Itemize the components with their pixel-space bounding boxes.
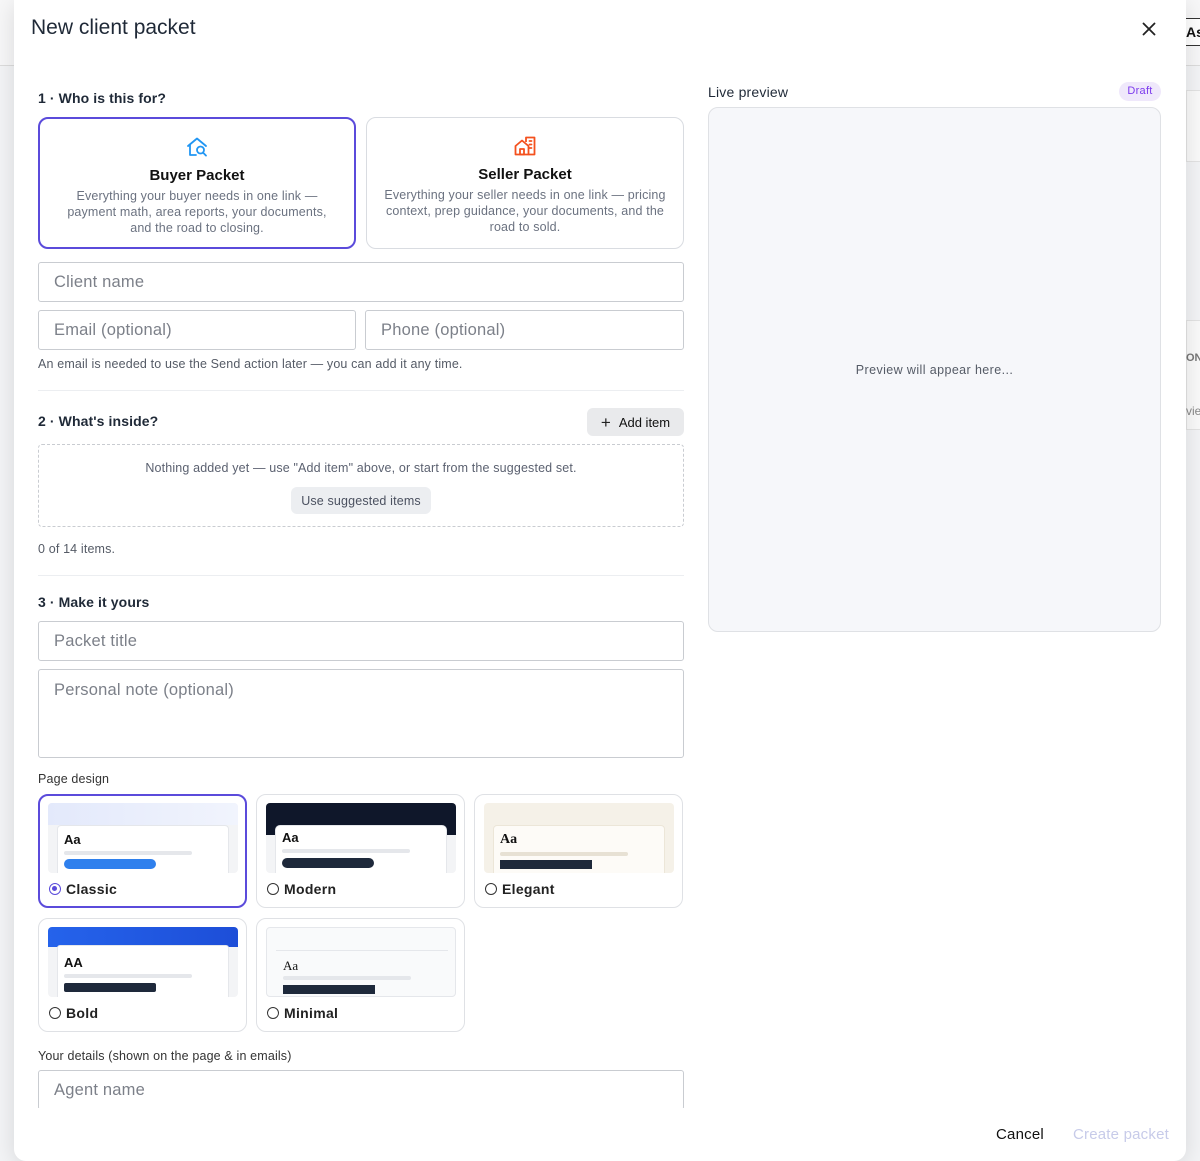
- your-details-label: Your details (shown on the page & in ema…: [38, 1049, 292, 1063]
- section-heading-inside: 2 · What's inside?: [38, 413, 159, 429]
- background-card: [1186, 90, 1200, 162]
- seller-packet-title: Seller Packet: [478, 166, 572, 183]
- seller-packet-description: Everything your seller needs in one link…: [384, 188, 666, 234]
- design-label: Minimal: [284, 1005, 339, 1021]
- form-column: 1 · Who is this for? Buyer Packet Everyt…: [38, 0, 684, 1108]
- design-thumbnail: Aa: [48, 803, 238, 873]
- design-thumbnail: Aa: [266, 803, 456, 873]
- use-suggested-items-button[interactable]: Use suggested items: [291, 487, 431, 514]
- design-sample-text: Aa: [282, 830, 299, 845]
- new-client-packet-modal: New client packet 1 · Who is this for? B…: [14, 0, 1186, 1161]
- packet-title-input[interactable]: [38, 621, 684, 661]
- page-design-label: Page design: [38, 772, 110, 786]
- create-packet-button[interactable]: Create packet: [1073, 1126, 1169, 1143]
- design-sample-text: Aa: [500, 832, 518, 847]
- empty-state-text: Nothing added yet — use "Add item" above…: [145, 461, 577, 475]
- section-divider: [38, 575, 684, 576]
- section-heading-who: 1 · Who is this for?: [38, 90, 166, 106]
- agent-name-input[interactable]: [38, 1070, 684, 1108]
- live-preview-label: Live preview: [708, 84, 789, 100]
- buyer-packet-title: Buyer Packet: [149, 167, 245, 184]
- seller-packet-card[interactable]: Seller Packet Everything your seller nee…: [366, 117, 684, 249]
- design-option-bold[interactable]: AA Bold: [38, 918, 247, 1032]
- section-divider: [38, 390, 684, 391]
- design-option-elegant[interactable]: Aa Elegant: [474, 794, 683, 908]
- items-empty-state: Nothing added yet — use "Add item" above…: [38, 444, 684, 527]
- background-text: ONY: [1186, 352, 1200, 364]
- draft-badge: Draft: [1119, 82, 1161, 101]
- house-city-icon: [514, 136, 536, 156]
- design-thumbnail: Aa: [266, 927, 456, 997]
- design-sample-text: Aa: [283, 958, 299, 973]
- design-label: Elegant: [502, 881, 555, 897]
- design-radio[interactable]: [267, 883, 279, 895]
- item-count: 0 of 14 items.: [38, 542, 116, 556]
- design-thumbnail: Aa: [484, 803, 674, 873]
- preview-placeholder: Preview will appear here...: [855, 363, 1014, 377]
- email-input[interactable]: [38, 310, 356, 350]
- design-sample-text: AA: [64, 955, 83, 970]
- design-option-classic[interactable]: Aa Classic: [38, 794, 247, 908]
- add-item-button[interactable]: + Add item: [587, 408, 684, 436]
- add-item-label: Add item: [618, 414, 671, 430]
- email-helper-text: An email is needed to use the Send actio…: [38, 357, 463, 371]
- design-radio[interactable]: [49, 1007, 61, 1019]
- design-label: Bold: [66, 1005, 99, 1021]
- design-label: Modern: [284, 881, 337, 897]
- personal-note-textarea[interactable]: [38, 669, 684, 758]
- background-text: vie: [1186, 404, 1200, 418]
- design-sample-text: Aa: [64, 832, 81, 847]
- plus-icon: +: [600, 412, 611, 432]
- live-preview-panel: Preview will appear here...: [708, 107, 1161, 632]
- design-radio[interactable]: [267, 1007, 279, 1019]
- phone-input[interactable]: [365, 310, 684, 350]
- design-thumbnail: AA: [48, 927, 238, 997]
- buyer-packet-description: Everything your buyer needs in one link …: [67, 189, 327, 235]
- design-option-modern[interactable]: Aa Modern: [256, 794, 465, 908]
- house-search-icon: [187, 137, 207, 157]
- buyer-packet-card[interactable]: Buyer Packet Everything your buyer needs…: [38, 117, 356, 249]
- client-name-input[interactable]: [38, 262, 684, 302]
- cancel-button[interactable]: Cancel: [996, 1126, 1044, 1143]
- design-radio[interactable]: [485, 883, 497, 895]
- section-heading-make-yours: 3 · Make it yours: [38, 594, 150, 610]
- close-icon: [1142, 22, 1156, 36]
- design-label: Classic: [66, 881, 118, 897]
- design-option-minimal[interactable]: Aa Minimal: [256, 918, 465, 1032]
- close-button[interactable]: [1137, 17, 1161, 41]
- design-radio-selected[interactable]: [49, 883, 61, 895]
